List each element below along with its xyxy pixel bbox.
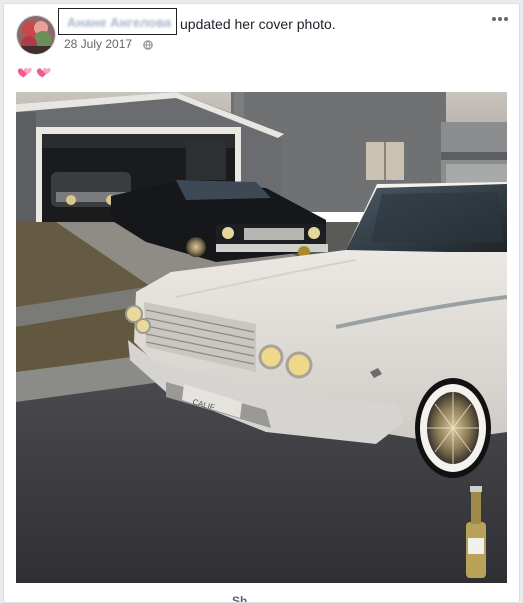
avatar-image: [17, 16, 55, 54]
post-card: Анане Ангелова updated her cover photo. …: [3, 3, 520, 603]
cover-photo-image: CALIF: [16, 92, 507, 583]
author-name[interactable]: Анане Ангелова: [67, 15, 171, 30]
more-options-icon[interactable]: [491, 12, 509, 26]
post-timestamp[interactable]: 28 July 2017: [64, 37, 132, 51]
two-hearts-emoji: [17, 67, 51, 78]
meta-separator: ·: [128, 37, 132, 51]
share-button[interactable]: Sh: [232, 594, 247, 602]
cover-photo[interactable]: CALIF: [16, 92, 507, 583]
author-avatar[interactable]: [16, 15, 56, 55]
globe-icon[interactable]: [143, 40, 153, 50]
author-name-box[interactable]: Анане Ангелова: [58, 8, 177, 35]
post-action-text: updated her cover photo.: [180, 16, 336, 32]
